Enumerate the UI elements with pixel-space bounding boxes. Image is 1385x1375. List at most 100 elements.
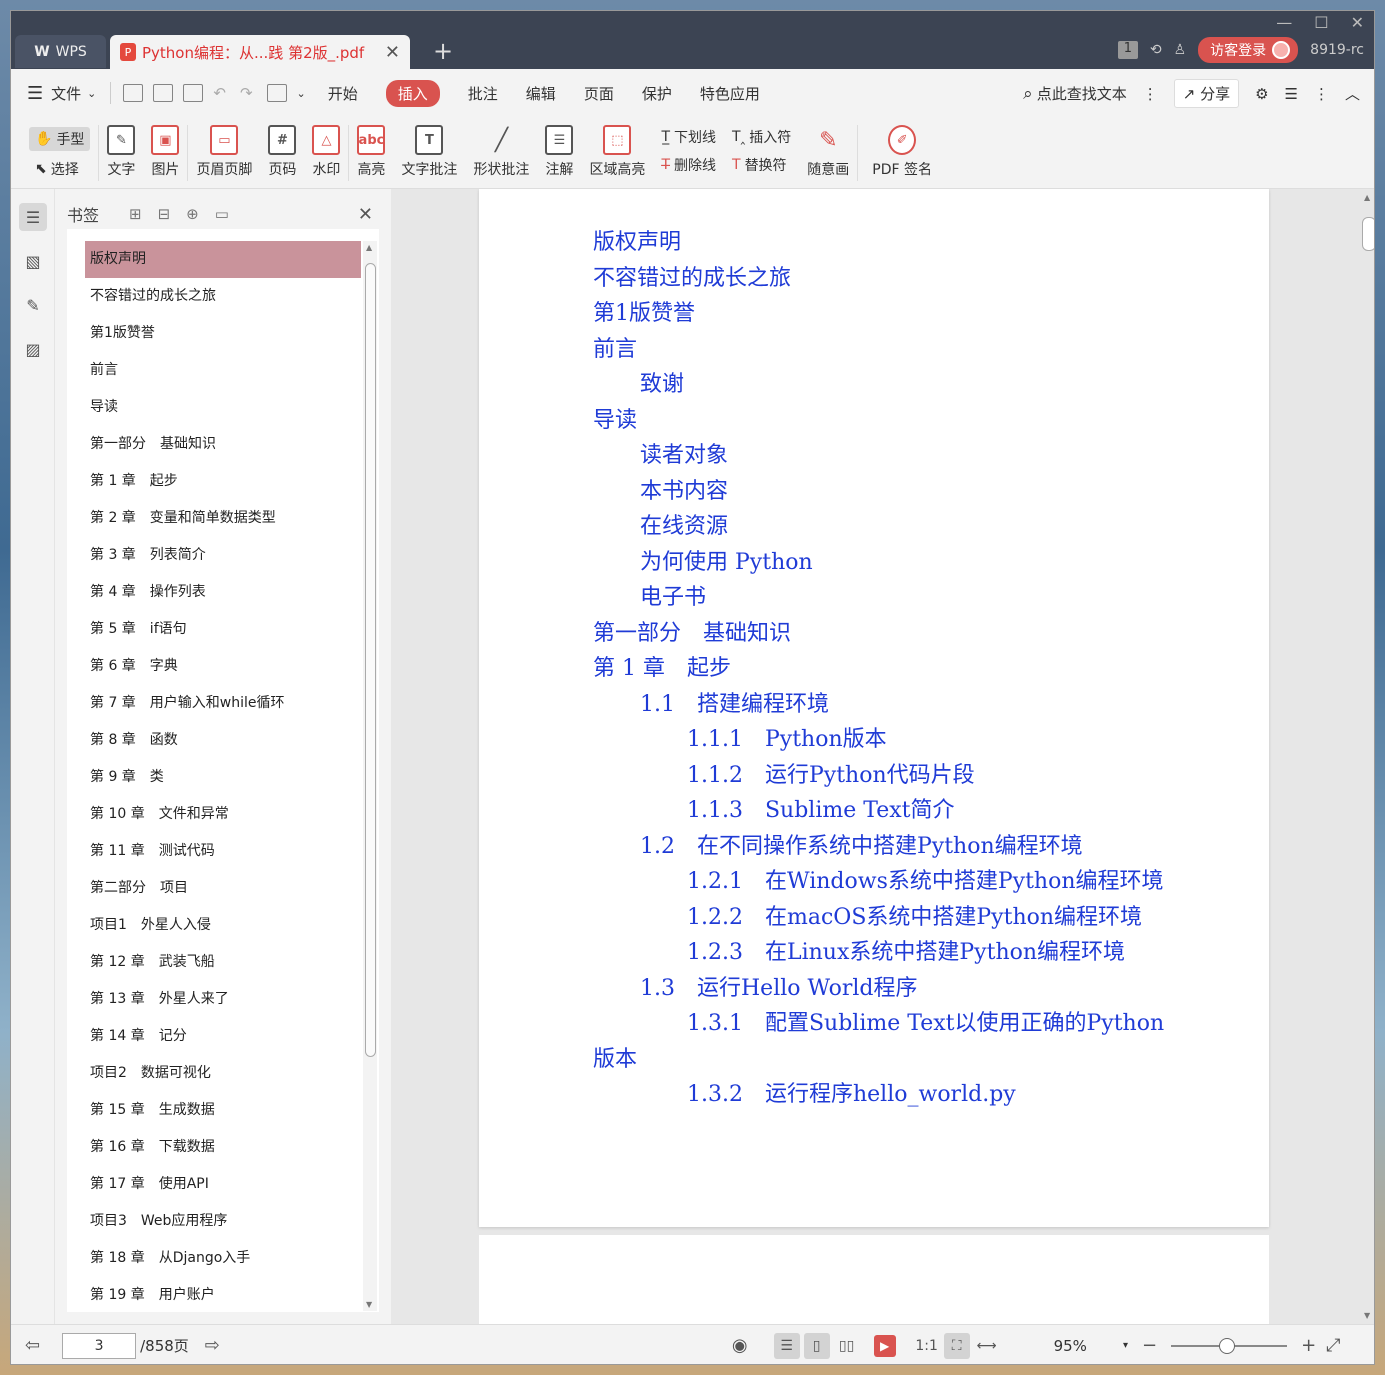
scroll-down-icon[interactable]: ▼ bbox=[1364, 1311, 1370, 1320]
menu-insert[interactable]: 插入 bbox=[385, 79, 440, 107]
document-tab[interactable]: P Python编程：从...践 第2版_.pdf ✕ bbox=[110, 35, 410, 69]
single-page-view-button[interactable]: ▯ bbox=[803, 1332, 830, 1359]
print-icon[interactable] bbox=[183, 84, 204, 102]
toc-link[interactable]: 版权声明 bbox=[479, 225, 1269, 261]
export-icon[interactable] bbox=[266, 84, 287, 102]
expand-all-icon[interactable]: ⊞ bbox=[129, 205, 142, 223]
fit-page-button[interactable]: ⛶ bbox=[943, 1332, 970, 1359]
skin-icon[interactable]: ♙ bbox=[1174, 42, 1187, 58]
bookmark-scrollbar[interactable]: ▲ ▼ bbox=[363, 241, 377, 1311]
bookmark-item[interactable]: 第 18 章 从Django入手 bbox=[85, 1240, 361, 1277]
zoom-dropdown-icon[interactable]: ▾ bbox=[1123, 1340, 1128, 1351]
shape-annotation-button[interactable]: ╱ 形状批注 bbox=[473, 125, 529, 179]
replace-mark-button[interactable]: T 替换符 bbox=[732, 155, 791, 175]
bookmark-item[interactable]: 第1版赞誉 bbox=[85, 315, 361, 352]
freehand-button[interactable]: ✎ 随意画 bbox=[807, 125, 849, 179]
toc-link[interactable]: 致谢 bbox=[479, 367, 1269, 403]
play-slideshow-button[interactable]: ▶ bbox=[873, 1334, 896, 1357]
toc-link[interactable]: 前言 bbox=[479, 332, 1269, 368]
toc-link[interactable]: 1.1.2 运行Python代码片段 bbox=[479, 758, 1269, 794]
note-button[interactable]: ☰ 注解 bbox=[545, 125, 574, 179]
toc-link[interactable]: 导读 bbox=[479, 403, 1269, 439]
toc-link[interactable]: 本书内容 bbox=[479, 474, 1269, 510]
bookmark-item[interactable]: 第 6 章 字典 bbox=[85, 648, 361, 685]
toc-link[interactable]: 1.2.2 在macOS系统中搭建Python编程环境 bbox=[479, 900, 1269, 936]
toc-link[interactable]: 第一部分 基础知识 bbox=[479, 616, 1269, 652]
signature-icon[interactable]: ▨ bbox=[19, 335, 47, 363]
insert-text-button[interactable]: ✎ 文字 bbox=[107, 125, 136, 179]
bookmark-item[interactable]: 项目1 外星人入侵 bbox=[85, 907, 361, 944]
annotation-icon[interactable]: ✎ bbox=[19, 291, 47, 319]
fullscreen-icon[interactable]: ⤢ bbox=[1326, 1335, 1340, 1356]
close-tab-icon[interactable]: ✕ bbox=[385, 42, 400, 63]
toc-link[interactable]: 第 1 章 起步 bbox=[479, 651, 1269, 687]
bookmark-item[interactable]: 第 13 章 外星人来了 bbox=[85, 981, 361, 1018]
underline-button[interactable]: T̲ 下划线 bbox=[661, 127, 716, 147]
comment-icon[interactable]: ☰ bbox=[1285, 85, 1298, 103]
watermark-button[interactable]: △ 水印 bbox=[312, 125, 341, 179]
guest-login-button[interactable]: 访客登录 bbox=[1198, 37, 1299, 63]
maximize-icon[interactable]: ☐ bbox=[1314, 13, 1328, 32]
toc-link[interactable]: 不容错过的成长之旅 bbox=[479, 261, 1269, 297]
bookmark-item[interactable]: 第 15 章 生成数据 bbox=[85, 1092, 361, 1129]
zoom-in-icon[interactable]: + bbox=[1301, 1335, 1316, 1356]
more-vertical-icon[interactable]: ⋮ bbox=[1143, 85, 1158, 103]
zoom-slider-knob[interactable] bbox=[1219, 1337, 1236, 1354]
more-options-icon[interactable]: ⋮ bbox=[1314, 85, 1329, 103]
bookmark-item[interactable]: 版权声明 bbox=[85, 241, 361, 278]
more-quick-icon[interactable]: ⌄ bbox=[297, 87, 306, 100]
insert-image-button[interactable]: ▣ 图片 bbox=[151, 125, 180, 179]
bookmark-item[interactable]: 第 12 章 武装飞船 bbox=[85, 944, 361, 981]
toc-link[interactable]: 1.1 搭建编程环境 bbox=[479, 687, 1269, 723]
collapse-ribbon-icon[interactable]: ︿ bbox=[1345, 83, 1360, 104]
toc-link[interactable]: 1.3.2 运行程序hello_world.py bbox=[479, 1077, 1269, 1113]
bookmark-item[interactable]: 第 17 章 使用API bbox=[85, 1166, 361, 1203]
bookmark-item[interactable]: 第 7 章 用户输入和while循环 bbox=[85, 685, 361, 722]
window-count-badge[interactable]: 1 bbox=[1117, 41, 1138, 59]
redo-icon[interactable]: ↷ bbox=[240, 84, 253, 102]
highlight-button[interactable]: abc 高亮 bbox=[357, 125, 386, 179]
menu-annotate[interactable]: 批注 bbox=[468, 83, 498, 104]
menu-edit[interactable]: 编辑 bbox=[526, 83, 556, 104]
chevron-down-icon[interactable]: ⌄ bbox=[87, 87, 96, 100]
bookmark-scroll-thumb[interactable] bbox=[365, 263, 376, 1057]
strikethrough-button[interactable]: T̶ 删除线 bbox=[661, 155, 716, 175]
bookmark-item[interactable]: 第一部分 基础知识 bbox=[85, 426, 361, 463]
search-text-field[interactable]: 点此查找文本 bbox=[1037, 83, 1127, 104]
toc-link[interactable]: 读者对象 bbox=[479, 438, 1269, 474]
scroll-up-icon[interactable]: ▲ bbox=[366, 243, 372, 252]
toc-link[interactable]: 1.2 在不同操作系统中搭建Python编程环境 bbox=[479, 829, 1269, 865]
new-tab-button[interactable]: + bbox=[433, 37, 453, 65]
bookmark-item[interactable]: 第 2 章 变量和简单数据类型 bbox=[85, 500, 361, 537]
toc-link[interactable]: 电子书 bbox=[479, 580, 1269, 616]
bookmark-item[interactable]: 第 1 章 起步 bbox=[85, 463, 361, 500]
save-icon[interactable] bbox=[153, 84, 174, 102]
bookmark-item[interactable]: 第 14 章 记分 bbox=[85, 1018, 361, 1055]
select-tool-button[interactable]: ⬉ 选择 bbox=[29, 159, 90, 179]
hand-tool-button[interactable]: ✋ 手型 bbox=[29, 127, 91, 151]
page-number-input[interactable]: 3 bbox=[62, 1332, 137, 1359]
actual-size-button[interactable]: 1:1 bbox=[914, 1333, 940, 1359]
bookmark-item[interactable]: 第 5 章 if语句 bbox=[85, 611, 361, 648]
bookmark-list-icon[interactable]: ☰ bbox=[19, 203, 47, 231]
hamburger-menu-icon[interactable]: ☰ bbox=[27, 83, 43, 104]
toc-link[interactable]: 1.2.3 在Linux系统中搭建Python编程环境 bbox=[479, 935, 1269, 971]
area-highlight-button[interactable]: ⬚ 区域高亮 bbox=[589, 125, 645, 179]
previous-page-icon[interactable]: ⇦ bbox=[25, 1335, 40, 1356]
continuous-view-button[interactable]: ☰ bbox=[773, 1332, 800, 1359]
fit-width-button[interactable]: ⟷ bbox=[974, 1333, 1000, 1359]
menu-page[interactable]: 页面 bbox=[584, 83, 614, 104]
close-window-icon[interactable]: ✕ bbox=[1351, 13, 1364, 32]
search-icon[interactable]: ⌕ bbox=[1023, 84, 1033, 104]
scroll-up-icon[interactable]: ▲ bbox=[1364, 193, 1370, 202]
toc-link[interactable]: 1.3.1 配置Sublime Text以使用正确的Python bbox=[479, 1006, 1269, 1042]
toc-link[interactable]: 第1版赞誉 bbox=[479, 296, 1269, 332]
two-page-view-button[interactable]: ▯▯ bbox=[834, 1333, 860, 1359]
text-annotation-button[interactable]: T 文字批注 bbox=[401, 125, 457, 179]
bookmark-item[interactable]: 第 16 章 下载数据 bbox=[85, 1129, 361, 1166]
bookmark-item[interactable]: 项目2 数据可视化 bbox=[85, 1055, 361, 1092]
share-button[interactable]: ↗ 分享 bbox=[1173, 79, 1240, 108]
menu-start[interactable]: 开始 bbox=[328, 83, 358, 104]
page-number-button[interactable]: # 页码 bbox=[268, 125, 297, 179]
zoom-level[interactable]: 95% bbox=[1054, 1337, 1087, 1355]
